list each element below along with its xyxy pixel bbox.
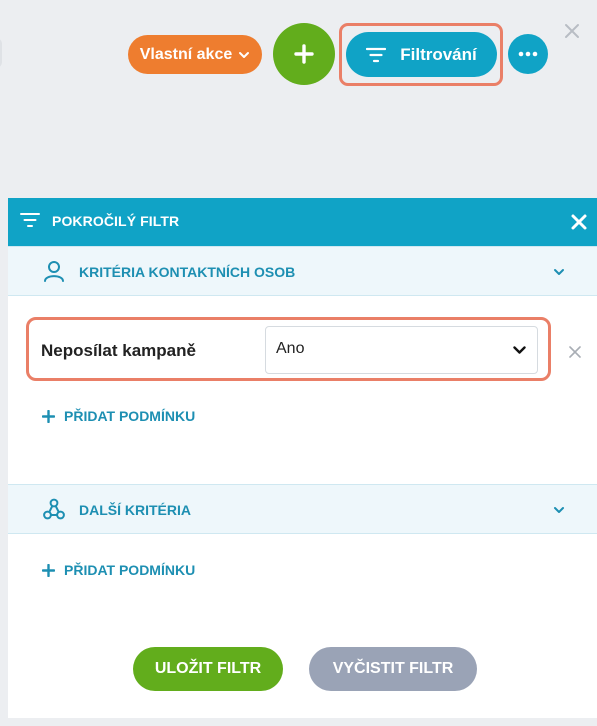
more-dots-icon	[518, 51, 538, 57]
chevron-down-icon	[554, 507, 564, 513]
panel-header: POKROČILÝ FILTR	[8, 198, 597, 246]
section-title: DALŠÍ KRITÉRIA	[79, 502, 191, 518]
plus-icon	[42, 563, 55, 577]
close-icon	[565, 24, 579, 38]
more-button[interactable]	[508, 34, 548, 74]
add-button[interactable]	[273, 23, 335, 85]
condition-value-select[interactable]: Ano	[265, 326, 538, 374]
condition-value: Ano	[276, 340, 305, 357]
chevron-down-icon	[239, 51, 250, 58]
advanced-filter-panel: POKROČILÝ FILTR KRITÉRIA KONTAKTNÍCH OSO…	[8, 198, 597, 718]
save-filter-label: ULOŽIT FILTR	[154, 660, 262, 677]
section-title: KRITÉRIA KONTAKTNÍCH OSOB	[79, 264, 296, 280]
filter-button[interactable]: Filtrování	[346, 32, 497, 77]
section-contact-criteria-header[interactable]: KRITÉRIA KONTAKTNÍCH OSOB	[8, 246, 597, 296]
filter-lines-icon	[366, 47, 387, 62]
user-icon	[44, 261, 64, 282]
condition-label: Neposílat kampaně	[41, 341, 196, 360]
custom-action-label: Vlastní akce	[139, 45, 233, 63]
panel-title: POKROČILÝ FILTR	[52, 213, 180, 229]
add-condition-label: PŘIDAT PODMÍNKU	[64, 408, 196, 424]
chevron-down-icon	[554, 269, 564, 275]
add-condition-label: PŘIDAT PODMÍNKU	[64, 562, 196, 578]
share-nodes-icon	[43, 498, 65, 520]
close-button[interactable]	[562, 21, 582, 41]
clear-filter-label: VYČISTIT FILTR	[332, 660, 454, 677]
save-filter-button[interactable]: ULOŽIT FILTR	[133, 647, 283, 691]
close-icon[interactable]	[570, 213, 588, 231]
filter-button-label: Filtrování	[400, 44, 477, 64]
filter-lines-icon	[20, 213, 40, 227]
plus-icon	[42, 409, 55, 423]
sidebar-edge	[0, 38, 2, 68]
clear-filter-button[interactable]: VYČISTIT FILTR	[309, 647, 477, 691]
section-other-criteria-header[interactable]: DALŠÍ KRITÉRIA	[8, 484, 597, 534]
add-condition-button[interactable]: PŘIDAT PODMÍNKU	[42, 408, 195, 424]
chevron-down-icon	[513, 346, 526, 354]
custom-action-button[interactable]: Vlastní akce	[128, 35, 262, 74]
remove-condition-icon[interactable]	[569, 346, 581, 358]
add-condition-button[interactable]: PŘIDAT PODMÍNKU	[42, 562, 195, 578]
plus-icon	[294, 44, 314, 64]
